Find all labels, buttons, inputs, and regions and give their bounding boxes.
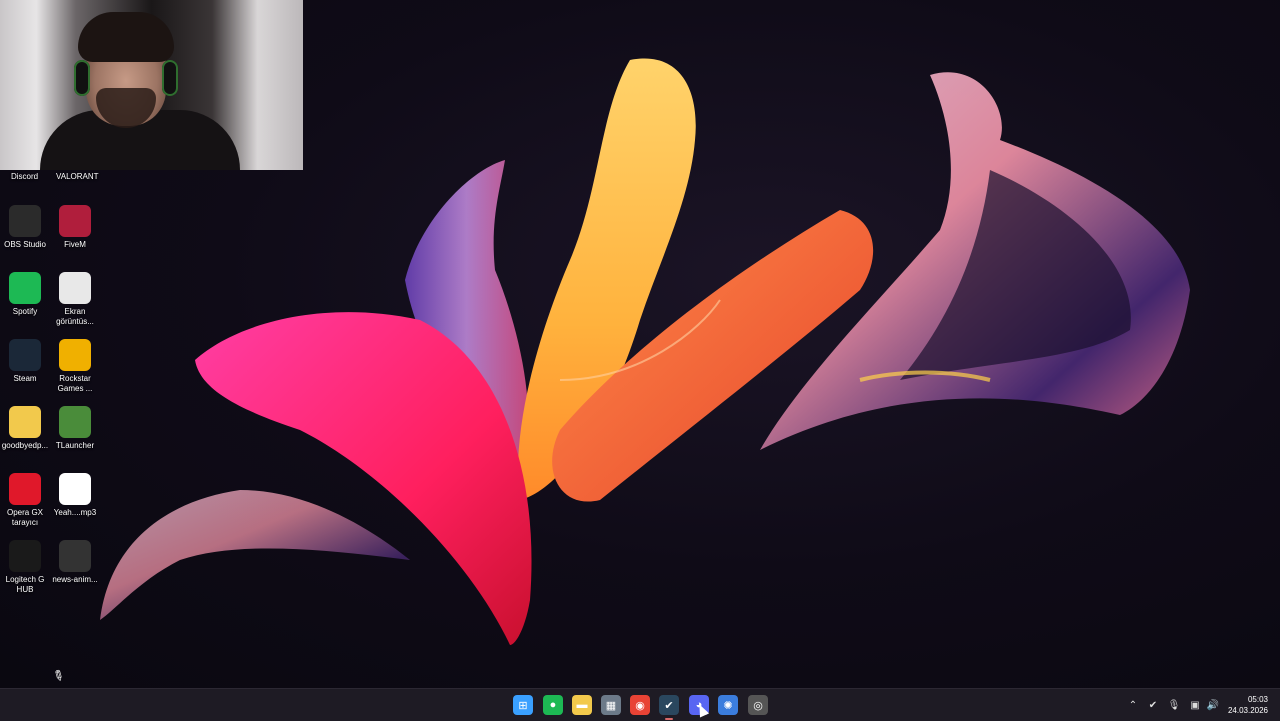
desktop-icon-spotify[interactable]: Spotify [0, 272, 50, 317]
spotify-icon: ● [549, 699, 557, 711]
chevron-up-icon[interactable]: ⌃ [1126, 698, 1140, 712]
speaker-icon[interactable]: 🔊 [1206, 698, 1220, 712]
desktop-icon-folder[interactable]: goodbyedp... [0, 406, 50, 451]
screenshot-file-icon [59, 272, 91, 304]
desktop-icon-fivem[interactable]: FiveM [50, 205, 100, 250]
taskbar-steam-icon[interactable]: ✔ [659, 695, 679, 720]
desktop-icon-label: goodbyedp... [1, 441, 49, 450]
desktop-icon-audio-file[interactable]: Yeah....mp3 [50, 473, 100, 518]
taskbar-windows-start-icon[interactable]: ⊞ [513, 695, 533, 715]
taskbar-spotify-icon[interactable]: ● [543, 695, 563, 715]
desktop-icon-label: news-anim... [52, 575, 98, 584]
desktop-icon-steam[interactable]: Steam [0, 339, 50, 384]
file-icon [59, 540, 91, 572]
desktop-icon-label: Steam [13, 374, 37, 383]
desktop-icon-label: TLauncher [55, 441, 95, 450]
taskbar: ⊞ ● ▬ ▦ ◉ ✔ ◕ ✺ ◎ ⌃ ✔ 🎙 ▣ 🔊 05:03 24.03.2026 [0, 688, 1280, 721]
headset-right-icon [162, 60, 178, 96]
desktop-icon-rockstar[interactable]: Rockstar Games ... [50, 339, 100, 394]
folder-icon [9, 406, 41, 438]
steam-tray-icon[interactable]: ✔ [1146, 698, 1160, 712]
desktop-icon-label: OBS Studio [4, 240, 46, 249]
webcam-person-hair [78, 12, 174, 62]
store-icon: ▦ [605, 699, 617, 712]
desktop-icon-opera-gx[interactable]: Opera GX tarayıcı [0, 473, 50, 528]
desktop-icon-obs[interactable]: OBS Studio [0, 205, 50, 250]
spotify-icon [9, 272, 41, 304]
desktop-icon-logitech[interactable]: Logitech G HUB [0, 540, 50, 595]
webcam-overlay [0, 0, 303, 170]
desktop-icon-label: Spotify [12, 307, 38, 316]
taskbar-store-icon[interactable]: ▦ [601, 695, 621, 715]
taskbar-obs-icon[interactable]: ◎ [748, 695, 768, 715]
obs-icon [9, 205, 41, 237]
folder-icon: ▬ [576, 699, 588, 711]
logitech-icon [9, 540, 41, 572]
opera-gx-icon [9, 473, 41, 505]
taskbar-gear-blue-icon[interactable]: ✺ [718, 695, 738, 715]
chrome-icon: ◉ [635, 699, 645, 712]
clock[interactable]: 05:03 24.03.2026 [1228, 694, 1268, 716]
desktop-icon-label: Rockstar Games ... [57, 374, 93, 393]
taskbar-folder-icon[interactable]: ▬ [572, 695, 592, 715]
microphone-icon[interactable]: 🎙 [1167, 698, 1181, 712]
clock-time: 05:03 [1247, 695, 1268, 704]
desktop-icon-label: FiveM [64, 240, 86, 249]
desktop-icon-label: Logitech G HUB [5, 575, 45, 594]
system-tray: ⌃ ✔ 🎙 ▣ 🔊 05:03 24.03.2026 [1120, 689, 1280, 721]
fivem-icon [59, 205, 91, 237]
rockstar-icon [59, 339, 91, 371]
taskbar-chrome-icon[interactable]: ◉ [630, 695, 650, 715]
desktop-icon-label: Opera GX tarayıcı [6, 508, 43, 527]
desktop-icon-label: Ekran görüntüs... [56, 307, 94, 326]
windows-start-icon: ⊞ [518, 699, 528, 712]
steam-icon: ✔ [664, 699, 674, 712]
desktop-icon-screenshot-file[interactable]: Ekran görüntüs... [50, 272, 100, 327]
network-icon[interactable]: ▣ [1188, 698, 1202, 712]
obs-icon: ◎ [753, 699, 763, 712]
clock-date: 24.03.2026 [1227, 706, 1268, 715]
steam-icon [9, 339, 41, 371]
desktop-icon-label: Yeah....mp3 [53, 508, 97, 517]
desktop-icon-tlauncher[interactable]: TLauncher [50, 406, 100, 451]
desktop-icon-file[interactable]: news-anim... [50, 540, 100, 585]
desktop-icon-label-discord[interactable]: Discord [11, 172, 38, 181]
desktop-icon-label-valorant[interactable]: VALORANT [56, 172, 99, 181]
gear-blue-icon: ✺ [723, 699, 733, 712]
headset-left-icon [74, 60, 90, 96]
audio-file-icon [59, 473, 91, 505]
tlauncher-icon [59, 406, 91, 438]
